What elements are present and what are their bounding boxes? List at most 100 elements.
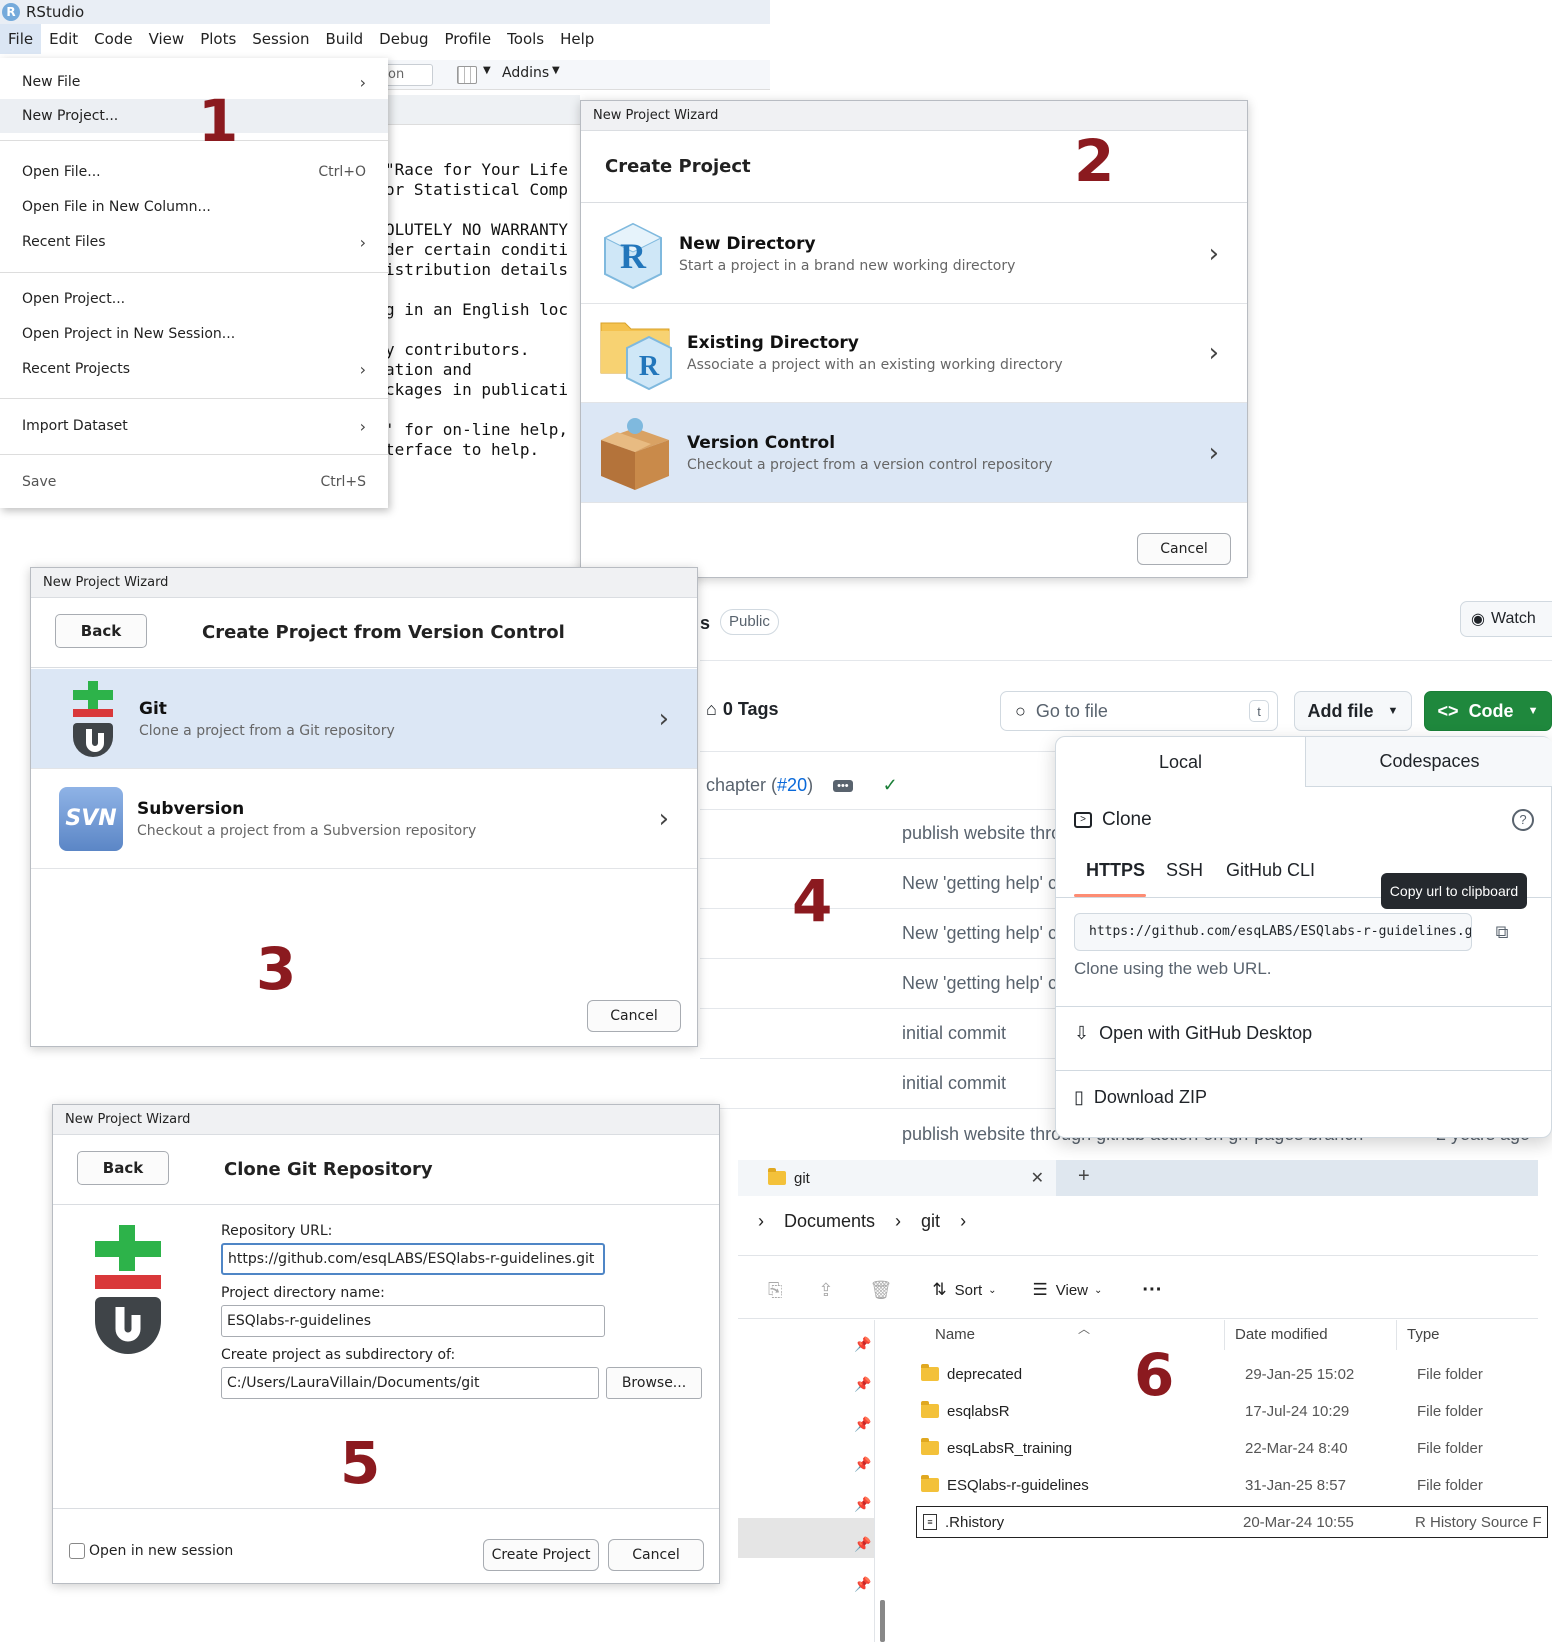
tab-local[interactable]: Local [1056,737,1306,787]
menu-item-open-file-new-column[interactable]: Open File in New Column... [0,190,388,224]
menu-item-save[interactable]: Save Ctrl+S [0,465,388,499]
menu-profile[interactable]: Profile [437,24,500,54]
open-with-github-desktop[interactable]: ⇩ Open with GitHub Desktop [1074,1023,1312,1044]
explorer-toolbar: ⎘ ⇪ 🗑 ⇅ Sort ⌄ ☰ View ⌄ ··· [738,1270,1538,1310]
menu-help[interactable]: Help [552,24,602,54]
menu-item-recent-files[interactable]: Recent Files › [0,225,388,259]
cancel-button[interactable]: Cancel [1137,533,1231,565]
download-zip[interactable]: ▯ Download ZIP [1074,1087,1207,1108]
menu-plots[interactable]: Plots [192,24,244,54]
pin-icon[interactable]: 📌 [854,1496,871,1513]
new-tab-icon[interactable]: + [1078,1165,1090,1188]
repo-url-input[interactable]: https://github.com/esqLABS/ESQlabs-r-gui… [221,1243,605,1275]
more-options-icon[interactable]: ··· [1142,1279,1162,1302]
code-button[interactable]: <> Code ▼ [1424,691,1552,731]
close-icon[interactable]: ✕ [1031,1168,1044,1188]
menu-item-open-project[interactable]: Open Project... [0,282,388,316]
visibility-badge: Public [720,609,779,635]
addins-button[interactable]: Addins [502,65,549,81]
menu-code[interactable]: Code [86,24,140,54]
file-row-selected[interactable]: ≡ .Rhistory 20-Mar-24 10:55 R History So… [916,1506,1548,1538]
menu-item-open-project-new-session[interactable]: Open Project in New Session... [0,317,388,351]
option-existing-directory[interactable]: R Existing Directory Associate a project … [581,304,1247,403]
sort-button[interactable]: ⇅ Sort ⌄ [932,1280,996,1300]
step-number-4: 4 [792,867,833,935]
clone-git-repository-dialog: New Project Wizard Back Clone Git Reposi… [52,1104,720,1584]
breadcrumb-git[interactable]: git [921,1211,940,1232]
menu-item-open-file[interactable]: Open File... Ctrl+O [0,155,388,189]
ellipsis-icon[interactable]: ••• [833,779,853,792]
delete-icon[interactable]: 🗑 [870,1280,893,1301]
chevron-right-icon: › [960,1210,967,1231]
column-header-name[interactable]: Name [935,1326,975,1343]
pin-icon[interactable]: 📌 [854,1456,871,1473]
column-header-type[interactable]: Type [1407,1326,1440,1343]
tab-https[interactable]: HTTPS [1086,860,1145,881]
menu-build[interactable]: Build [318,24,372,54]
view-button[interactable]: ☰ View ⌄ [1033,1280,1103,1300]
back-button[interactable]: Back [55,614,147,648]
share-icon[interactable]: ⇪ [818,1280,833,1301]
pin-icon[interactable]: 📌 [854,1536,871,1553]
watch-button[interactable]: ◉ Watch [1460,601,1552,637]
menu-item-new-file[interactable]: New File › [0,65,388,99]
nav-scrollbar[interactable] [880,1600,885,1642]
folder-icon [921,1401,939,1418]
clone-heading: > Clone [1074,809,1152,831]
cancel-button[interactable]: Cancel [587,1000,681,1032]
tab-codespaces[interactable]: Codespaces [1306,737,1552,787]
cancel-button[interactable]: Cancel [608,1539,704,1571]
chevron-right-icon: › [359,416,366,436]
help-icon[interactable]: ? [1512,809,1534,831]
file-row[interactable]: ESQlabs-r-guidelines 31-Jan-25 8:57 File… [921,1469,1552,1501]
file-row[interactable]: esqlabsR 17-Jul-24 10:29 File folder [921,1395,1552,1427]
option-git[interactable]: Git Clone a project from a Git repository… [31,669,697,769]
document-icon: ≡ [923,1514,937,1530]
add-file-button[interactable]: Add file ▼ [1294,691,1412,731]
chevron-down-icon[interactable]: ▼ [552,65,560,76]
tab-ssh[interactable]: SSH [1166,860,1203,881]
create-project-button[interactable]: Create Project [483,1539,599,1571]
menu-file[interactable]: File [0,24,42,54]
pin-icon[interactable]: 📌 [854,1376,871,1393]
browse-button[interactable]: Browse... [606,1367,702,1399]
file-row[interactable]: esqLabsR_training 22-Mar-24 8:40 File fo… [921,1432,1552,1464]
pull-request-link[interactable]: #20 [777,775,807,796]
explorer-tab-bar: git ✕ + [738,1160,1538,1196]
tags-link[interactable]: ⌂ 0 Tags [706,699,779,720]
go-to-function-input[interactable]: on [385,64,433,86]
menu-item-new-project[interactable]: New Project... [0,99,388,133]
back-button[interactable]: Back [77,1151,169,1185]
menu-tools[interactable]: Tools [499,24,552,54]
clone-url-input[interactable]: https://github.com/esqLABS/ESQlabs-r-gui… [1074,913,1472,951]
menu-item-import-dataset[interactable]: Import Dataset › [0,409,388,443]
go-to-file-input[interactable]: ○ Go to file t [1000,691,1278,731]
menu-edit[interactable]: Edit [41,24,86,54]
workspace-panes-icon[interactable] [457,66,477,84]
eye-icon: ◉ [1471,611,1485,628]
option-version-control[interactable]: Version Control Checkout a project from a… [581,403,1247,503]
repo-url-label: Repository URL: [221,1223,333,1239]
menu-session[interactable]: Session [244,24,317,54]
view-list-icon: ☰ [1032,1280,1048,1299]
subdirectory-input[interactable]: C:/Users/LauraVillain/Documents/git [221,1367,599,1399]
file-row[interactable]: deprecated 29-Jan-25 15:02 File folder [921,1358,1552,1390]
rename-icon[interactable]: ⎘ [768,1280,782,1301]
column-header-date-modified[interactable]: Date modified [1235,1326,1328,1343]
option-subversion[interactable]: SVN Subversion Checkout a project from a … [31,769,697,869]
option-new-directory[interactable]: R New Directory Start a project in a bran… [581,204,1247,304]
chevron-down-icon[interactable]: ▼ [483,65,491,76]
breadcrumb-documents[interactable]: Documents [784,1211,875,1232]
explorer-tab[interactable]: git ✕ [738,1160,1056,1196]
copy-icon[interactable]: ⧉ [1482,913,1522,951]
menu-item-recent-projects[interactable]: Recent Projects › [0,352,388,386]
open-in-new-session-checkbox[interactable]: Open in new session [69,1543,233,1559]
menu-view[interactable]: View [141,24,193,54]
pin-icon[interactable]: 📌 [854,1416,871,1433]
pin-icon[interactable]: 📌 [854,1576,871,1593]
project-dir-name-input[interactable]: ESQlabs-r-guidelines [221,1305,605,1337]
tab-github-cli[interactable]: GitHub CLI [1226,860,1315,881]
checkbox-icon[interactable] [69,1543,85,1559]
menu-debug[interactable]: Debug [371,24,436,54]
pin-icon[interactable]: 📌 [854,1336,871,1353]
